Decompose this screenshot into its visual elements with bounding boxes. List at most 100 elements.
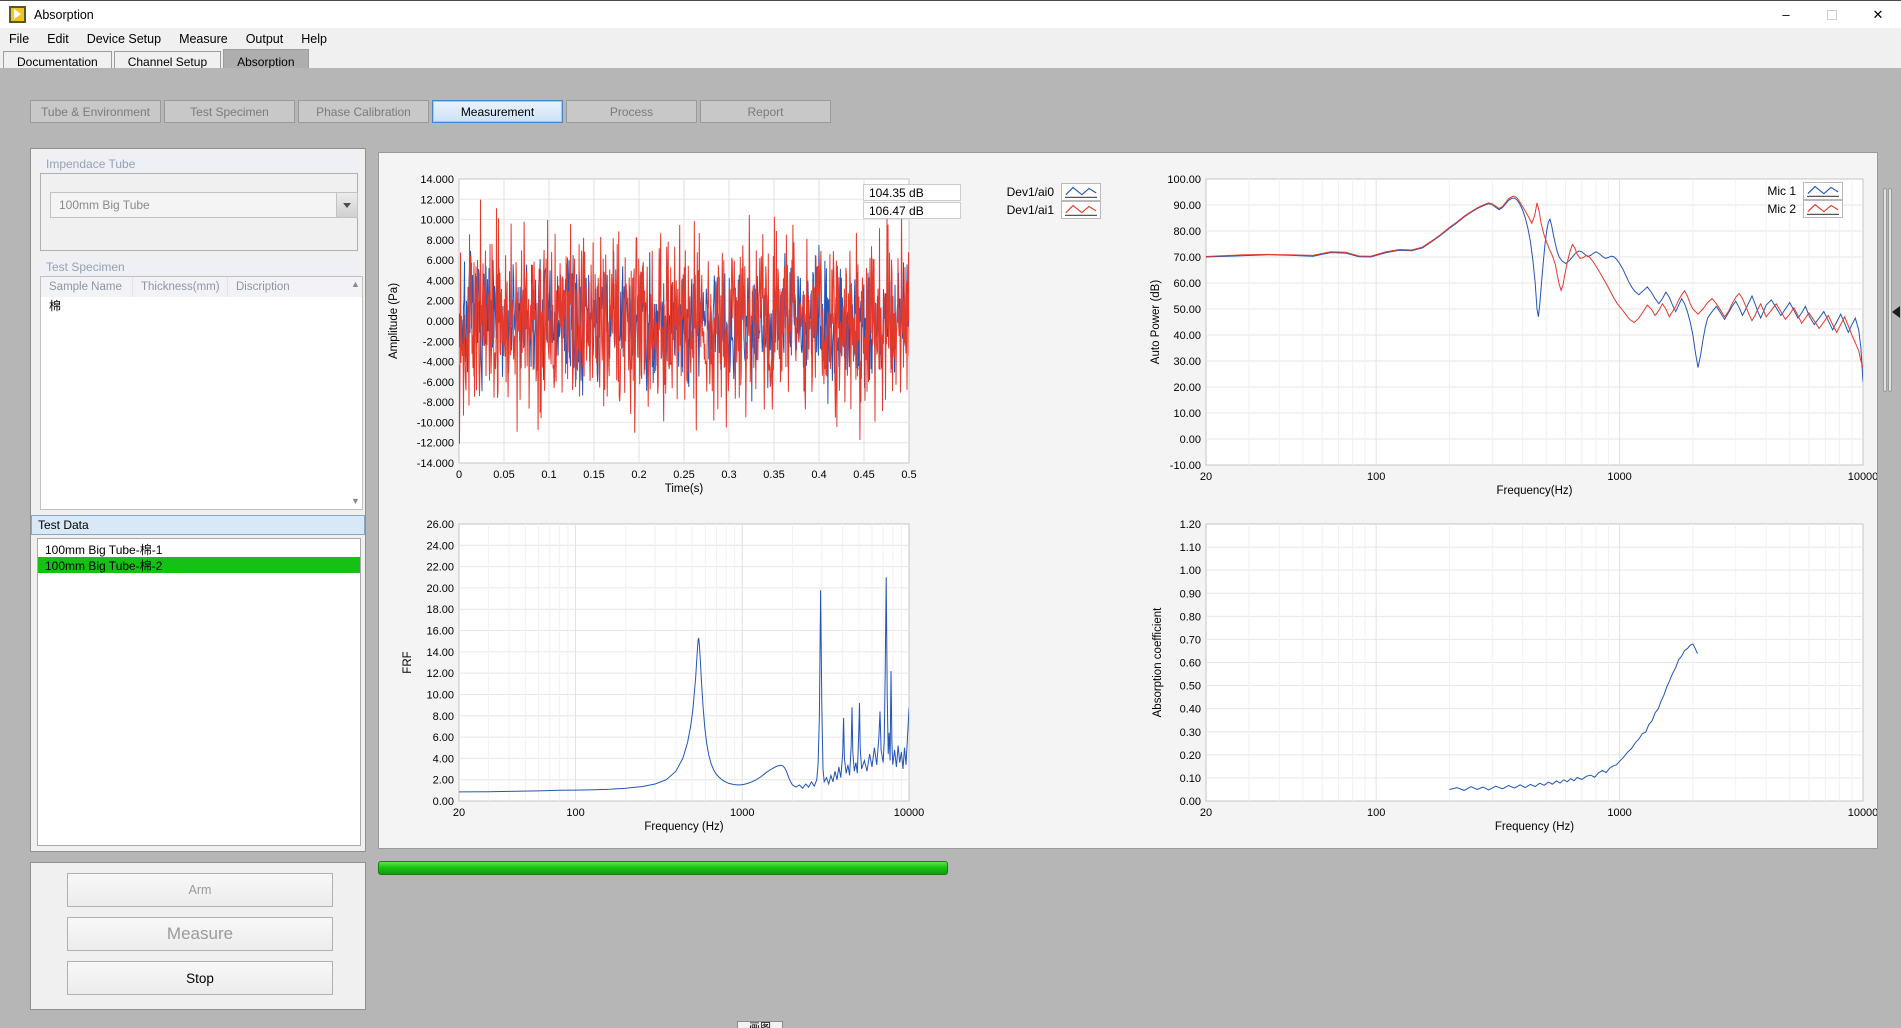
y-tick-label: 6.000 (426, 255, 454, 267)
close-button[interactable]: ✕ (1855, 1, 1901, 28)
y-tick-label: 14.000 (420, 174, 454, 186)
list-item-selected[interactable]: 100mm Big Tube-棉-2 (38, 557, 360, 573)
x-tick-label: 100 (1367, 807, 1385, 819)
legend-dev1-ai0[interactable]: Dev1/ai0 (994, 183, 1101, 201)
level-readout-ai0: 104.35 dB (863, 184, 961, 201)
x-tick-label: 20 (1200, 471, 1212, 483)
menu-edit[interactable]: Edit (38, 32, 78, 46)
y-tick-label: 18.00 (426, 604, 454, 616)
x-tick-label: 0.15 (583, 469, 604, 481)
y-tick-label: 1.00 (1180, 565, 1201, 577)
scroll-up-icon[interactable]: ▲ (351, 280, 360, 289)
y-tick-label: 2.000 (426, 296, 454, 308)
y-tick-label: 14.00 (426, 647, 454, 659)
y-tick-label: 40.00 (1173, 330, 1201, 342)
splitter-handle-2[interactable] (1888, 188, 1892, 392)
menu-help[interactable]: Help (292, 32, 336, 46)
y-tick-label: 20.00 (426, 583, 454, 595)
y-axis-label: Amplitude (Pa) (388, 283, 400, 359)
legend-label-mic1: Mic 1 (1754, 184, 1796, 198)
y-tick-label: 8.00 (433, 711, 454, 723)
tube-select-dropdown[interactable]: 100mm Big Tube (50, 192, 358, 218)
y-tick-label: 8.000 (426, 235, 454, 247)
legend-dev1-ai1[interactable]: Dev1/ai1 (994, 201, 1101, 219)
subtab-process[interactable]: Process (566, 100, 697, 123)
dropdown-arrow-icon[interactable] (336, 193, 357, 217)
subtab-test-specimen[interactable]: Test Specimen (164, 100, 295, 123)
x-axis-label: Frequency(Hz) (1496, 485, 1572, 497)
y-tick-label: 50.00 (1173, 304, 1201, 316)
collapse-left-icon[interactable] (1892, 306, 1900, 318)
y-tick-label: 24.00 (426, 540, 454, 552)
y-tick-label: 16.00 (426, 626, 454, 638)
x-tick-label: 0.25 (673, 469, 694, 481)
x-tick-label: 10000 (1848, 471, 1877, 483)
legend-mic2[interactable]: Mic 2 (1754, 200, 1843, 218)
impedance-tube-group: 100mm Big Tube (40, 173, 358, 251)
y-tick-label: -10.000 (417, 417, 454, 429)
arm-button[interactable]: Arm (67, 873, 333, 907)
test-data-list: 100mm Big Tube-棉-1 100mm Big Tube-棉-2 (37, 538, 361, 846)
y-tick-label: 12.00 (426, 668, 454, 680)
scroll-down-icon[interactable]: ▼ (351, 497, 360, 506)
y-tick-label: 2.00 (433, 775, 454, 787)
y-tick-label: -4.000 (423, 357, 454, 369)
y-tick-label: -12.000 (417, 438, 454, 450)
plot-style-icon-blue (1061, 183, 1101, 201)
maximize-button[interactable] (1809, 1, 1855, 28)
hidden-bottom-tab[interactable]: 画图 (737, 1021, 783, 1028)
menu-bar: File Edit Device Setup Measure Output He… (0, 28, 1901, 50)
y-tick-label: 0.10 (1180, 773, 1201, 785)
measure-button[interactable]: Measure (67, 917, 333, 951)
close-icon: ✕ (1873, 7, 1884, 23)
y-axis-label: FRF (402, 651, 414, 673)
menu-measure[interactable]: Measure (170, 32, 237, 46)
menu-output[interactable]: Output (237, 32, 293, 46)
sub-tab-strip: Tube & Environment Test Specimen Phase C… (30, 100, 831, 123)
menu-device-setup[interactable]: Device Setup (78, 32, 170, 46)
x-tick-label: 100 (566, 807, 584, 819)
y-tick-label: -8.000 (423, 397, 454, 409)
x-tick-label: 10000 (894, 807, 925, 819)
x-tick-label: 1000 (1607, 471, 1631, 483)
subtab-tube-environment[interactable]: Tube & Environment (30, 100, 161, 123)
y-axis-label: Absorption coefficient (1152, 607, 1164, 718)
minimize-button[interactable]: – (1763, 1, 1809, 28)
y-tick-label: 30.00 (1173, 356, 1201, 368)
subtab-measurement[interactable]: Measurement (432, 100, 563, 123)
x-tick-label: 1000 (730, 807, 754, 819)
y-tick-label: 0.40 (1180, 704, 1201, 716)
specimen-table-header: Sample Name Thickness(mm) Discription (41, 277, 362, 297)
y-tick-label: 0.90 (1180, 588, 1201, 600)
y-tick-label: 70.00 (1173, 252, 1201, 264)
y-tick-label: 4.000 (426, 275, 454, 287)
splitter-handle[interactable] (1883, 188, 1887, 392)
subtab-phase-calibration[interactable]: Phase Calibration (298, 100, 429, 123)
x-tick-label: 0.05 (493, 469, 514, 481)
app-icon (9, 6, 26, 23)
level-readout-ai1: 106.47 dB (863, 202, 961, 219)
measurement-progress-bar (378, 861, 948, 875)
y-tick-label: 1.20 (1180, 519, 1201, 531)
subtab-report[interactable]: Report (700, 100, 831, 123)
col-sample-name[interactable]: Sample Name (41, 277, 133, 297)
x-tick-label: 0.3 (721, 469, 736, 481)
stop-button[interactable]: Stop (67, 961, 333, 995)
test-specimen-header: Test Specimen (40, 258, 358, 276)
legend-label-mic2: Mic 2 (1754, 202, 1796, 216)
y-tick-label: 0.000 (426, 316, 454, 328)
legend-mic1[interactable]: Mic 1 (1754, 182, 1843, 200)
x-tick-label: 20 (453, 807, 465, 819)
y-tick-label: 0.80 (1180, 611, 1201, 623)
x-axis-label: Frequency (Hz) (1495, 821, 1574, 833)
table-row[interactable]: 棉 (41, 297, 362, 314)
col-discription[interactable]: Discription (228, 277, 362, 297)
col-thickness[interactable]: Thickness(mm) (133, 277, 228, 297)
list-item[interactable]: 100mm Big Tube-棉-1 (38, 541, 360, 557)
y-tick-label: 12.000 (420, 194, 454, 206)
main-panel: Tube & Environment Test Specimen Phase C… (0, 68, 1901, 1028)
menu-file[interactable]: File (0, 32, 38, 46)
x-tick-label: 0.1 (541, 469, 556, 481)
cell-sample-name: 棉 (41, 297, 133, 314)
maximize-icon (1827, 10, 1837, 20)
